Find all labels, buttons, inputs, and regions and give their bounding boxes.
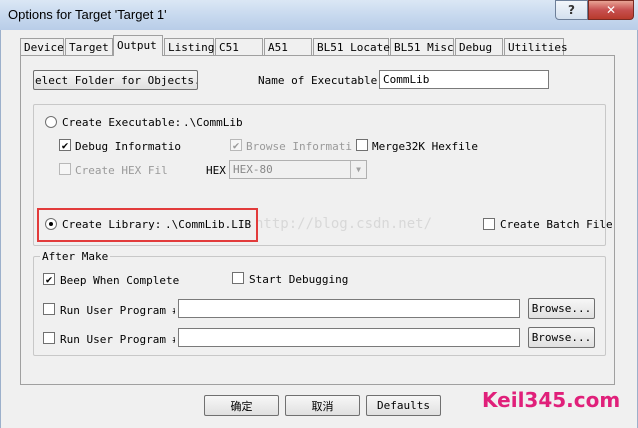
defaults-button[interactable]: Defaults (366, 395, 441, 416)
start-debugging-checkbox[interactable] (232, 272, 244, 284)
merge32k-checkbox[interactable] (356, 139, 368, 151)
brand-watermark: Keil345.com (482, 388, 621, 412)
create-library-radio[interactable] (45, 218, 57, 230)
create-batch-checkbox[interactable] (483, 218, 495, 230)
tab-device[interactable]: Device (20, 38, 64, 55)
create-batch-label: Create Batch File (500, 218, 613, 231)
run-user-program-2-input[interactable] (178, 328, 520, 347)
after-make-group-label: After Make (40, 250, 111, 263)
debug-information-checkbox[interactable]: ✔ (59, 139, 71, 151)
ok-button[interactable]: 确定 (204, 395, 279, 416)
hex-format-select[interactable]: HEX-80 ▼ (229, 160, 367, 179)
radio-dot-icon (49, 222, 53, 226)
tab-output[interactable]: Output (113, 35, 163, 56)
browse-program-1-button[interactable]: Browse... (528, 298, 595, 319)
beep-when-complete-checkbox[interactable]: ✔ (43, 273, 55, 285)
name-of-executable-input[interactable]: CommLib (379, 70, 549, 89)
run-user-program-2-label: Run User Program #2 (60, 333, 175, 346)
browse-information-label: Browse Informati (246, 140, 352, 153)
merge32k-label: Merge32K Hexfile (372, 140, 478, 153)
select-folder-button[interactable]: elect Folder for Objects... (33, 70, 198, 90)
start-debugging-label: Start Debugging (249, 273, 349, 286)
run-user-program-1-checkbox[interactable] (43, 303, 55, 315)
create-executable-path: .\CommLib (183, 116, 243, 129)
close-button[interactable]: ✕ (588, 0, 634, 20)
create-library-label: Create Library: (62, 218, 162, 231)
checkmark-icon: ✔ (45, 272, 53, 286)
hex-label: HEX (206, 164, 226, 177)
watermark-text: http://blog.csdn.net/ (255, 216, 433, 232)
create-executable-label: Create Executable: (62, 116, 182, 129)
create-executable-radio[interactable] (45, 116, 57, 128)
create-hex-label: Create HEX Fil (75, 164, 168, 177)
run-user-program-1-label: Run User Program #1 (60, 304, 175, 317)
debug-information-label: Debug Informatio (75, 140, 181, 153)
tab-a51[interactable]: A51 (264, 38, 312, 55)
browse-information-checkbox[interactable]: ✔ (230, 139, 242, 151)
tab-target[interactable]: Target (65, 38, 113, 55)
checkmark-icon: ✔ (232, 138, 240, 152)
tab-bl51-misc[interactable]: BL51 Misc (390, 38, 454, 55)
run-user-program-1-input[interactable] (178, 299, 520, 318)
name-of-executable-label: Name of Executable: (258, 74, 384, 87)
hex-format-value: HEX-80 (233, 163, 273, 176)
run-user-program-2-checkbox[interactable] (43, 332, 55, 344)
window-title: Options for Target 'Target 1' (8, 7, 167, 22)
tab-debug[interactable]: Debug (455, 38, 503, 55)
create-library-path: .\CommLib.LIB (165, 218, 252, 231)
tab-utilities[interactable]: Utilities (504, 38, 568, 55)
beep-when-complete-label: Beep When Complete (60, 274, 180, 287)
checkmark-icon: ✔ (61, 138, 69, 152)
tab-listing[interactable]: Listing (164, 38, 214, 55)
help-button[interactable]: ? (555, 0, 588, 20)
chevron-down-icon: ▼ (350, 161, 366, 178)
create-hex-checkbox[interactable] (59, 163, 71, 175)
tab-bl51-locate[interactable]: BL51 Locate (313, 38, 390, 55)
browse-program-2-button[interactable]: Browse... (528, 327, 595, 348)
cancel-button[interactable]: 取消 (285, 395, 360, 416)
tab-c51[interactable]: C51 (215, 38, 263, 55)
